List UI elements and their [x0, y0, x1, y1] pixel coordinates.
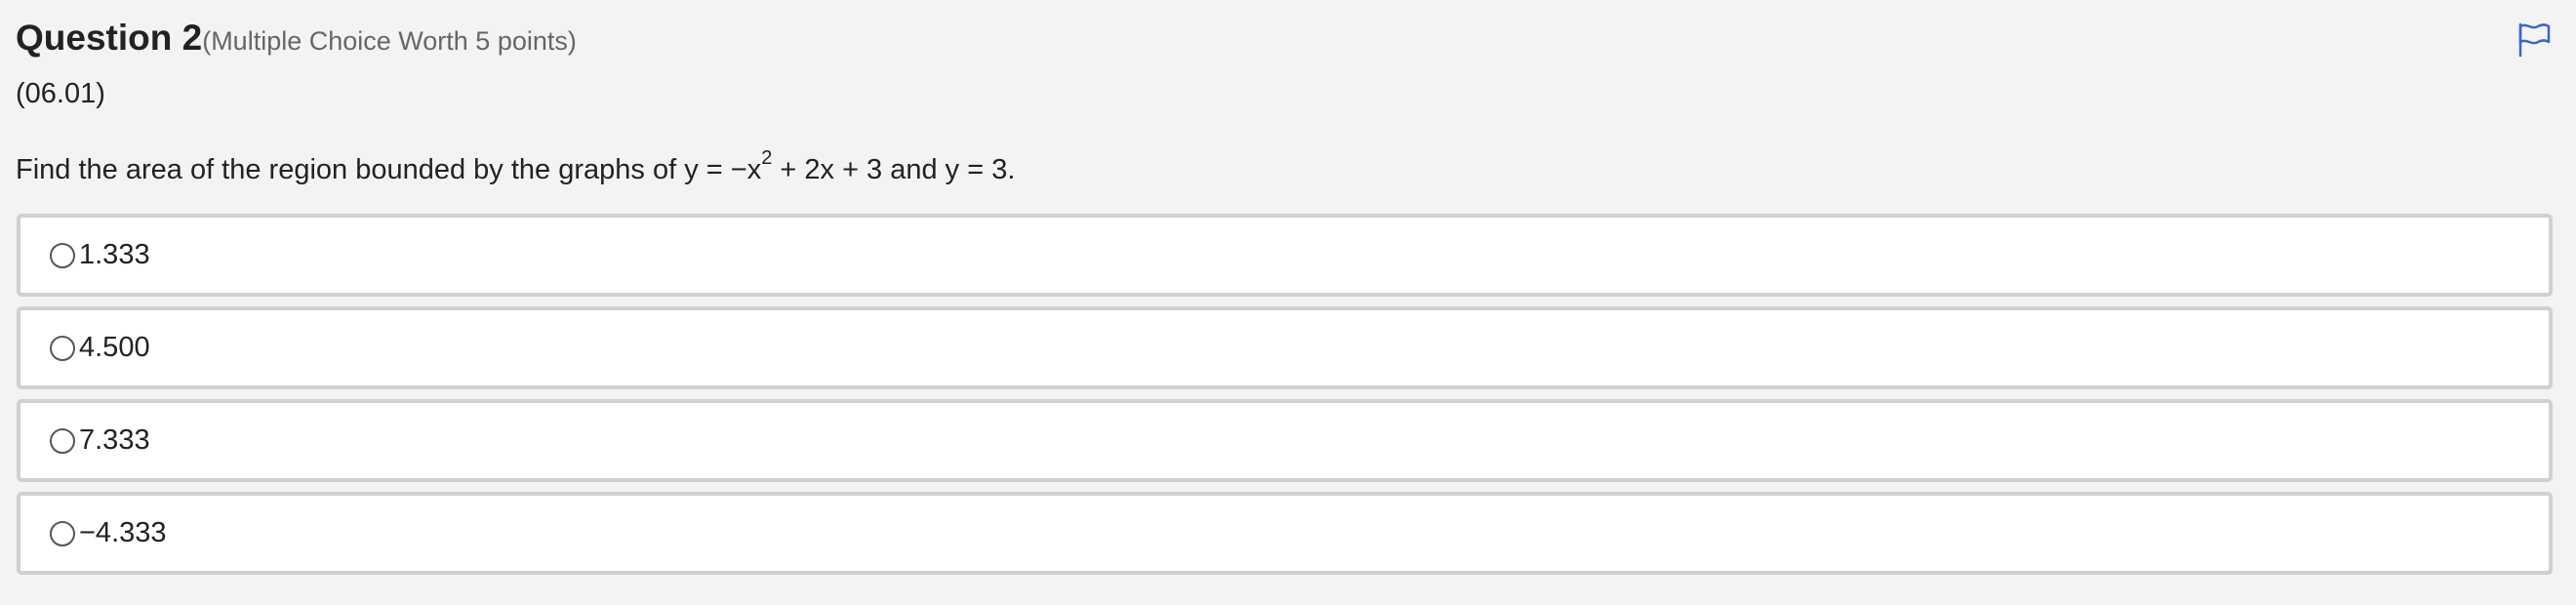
radio-button[interactable] — [50, 242, 75, 268]
question-points-info: (Multiple Choice Worth 5 points) — [202, 26, 577, 56]
answer-choice-2[interactable]: 4.500 — [17, 306, 2553, 389]
question-title: Question 2 — [16, 18, 203, 58]
choice-label: 4.500 — [79, 332, 150, 363]
choice-label: 7.333 — [79, 424, 150, 456]
prompt-text-start: Find the area of the region bounded by t… — [16, 154, 762, 185]
question-prompt: Find the area of the region bounded by t… — [16, 148, 1016, 186]
flag-icon — [2518, 22, 2551, 58]
radio-button[interactable] — [50, 427, 75, 454]
answer-choice-1[interactable]: 1.333 — [17, 214, 2553, 297]
choice-label: 1.333 — [79, 239, 150, 270]
answer-choice-4[interactable]: −4.333 — [17, 492, 2553, 575]
question-header: Question 2(Multiple Choice Worth 5 point… — [16, 18, 577, 59]
choice-label: −4.333 — [79, 517, 167, 548]
flag-question-button[interactable] — [2516, 21, 2553, 59]
prompt-text-end: + 2x + 3 and y = 3. — [772, 154, 1016, 185]
question-code: (06.01) — [16, 78, 105, 109]
answer-choice-3[interactable]: 7.333 — [17, 399, 2553, 482]
radio-button[interactable] — [50, 520, 75, 546]
radio-button[interactable] — [50, 335, 75, 361]
answer-choices: 1.333 4.500 7.333 −4.333 — [17, 214, 2553, 585]
prompt-exponent: 2 — [761, 147, 773, 170]
